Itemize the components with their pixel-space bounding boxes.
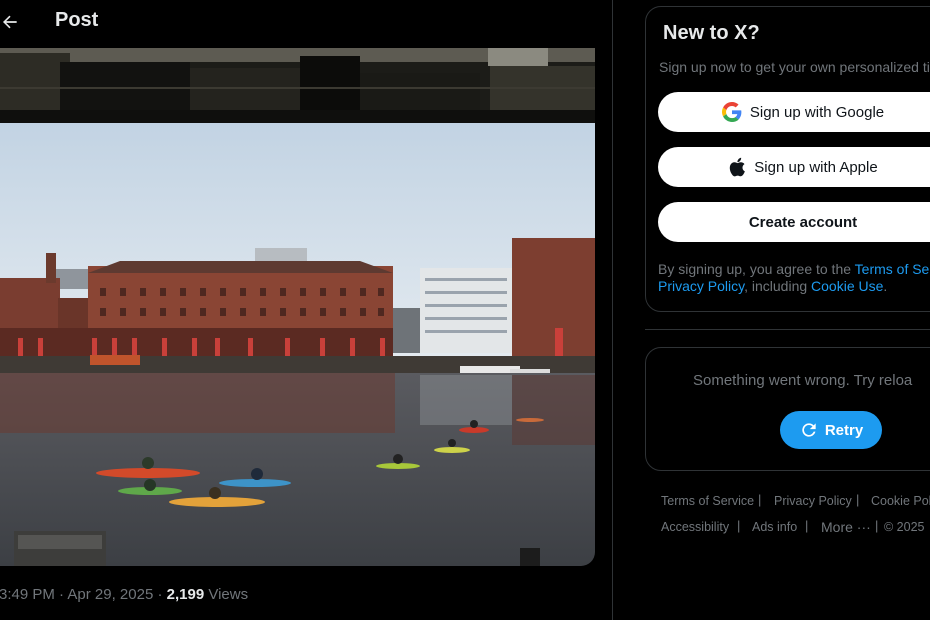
views-label: Views xyxy=(208,586,249,603)
section-divider xyxy=(645,329,930,330)
footer-separator: | xyxy=(875,518,879,533)
sidebar: New to X? Sign up now to get your own pe… xyxy=(613,0,930,620)
post-date[interactable]: Apr 29, 2025 xyxy=(67,586,153,603)
apple-icon xyxy=(730,157,746,177)
back-button[interactable] xyxy=(0,8,26,36)
arrow-left-icon xyxy=(3,15,17,29)
meta-dot: · xyxy=(157,586,163,603)
retry-button[interactable]: Retry xyxy=(780,411,882,449)
footer-accessibility-link[interactable]: Accessibility xyxy=(661,520,729,534)
footer-terms-link[interactable]: Terms of Service xyxy=(661,494,754,508)
signup-apple-label: Sign up with Apple xyxy=(754,158,878,176)
signup-google-button[interactable]: Sign up with Google xyxy=(658,92,930,132)
post-column: Post 3:49 PM · Apr 29, 2025 · 2,199 View… xyxy=(0,0,612,620)
refresh-icon xyxy=(802,423,816,437)
privacy-policy-link[interactable]: Privacy Policy xyxy=(658,278,744,294)
post-header: Post xyxy=(0,0,612,48)
signup-apple-button[interactable]: Sign up with Apple xyxy=(658,147,930,187)
footer-separator: | xyxy=(805,518,809,533)
footer-separator: | xyxy=(856,492,860,507)
media-image-dock xyxy=(0,123,595,566)
post-time[interactable]: 3:49 PM xyxy=(0,586,55,603)
page-title: Post xyxy=(55,9,99,31)
create-account-button[interactable]: Create account xyxy=(658,202,930,242)
signup-google-label: Sign up with Google xyxy=(749,103,885,121)
footer-copyright: © 2025 xyxy=(884,520,925,534)
footer-ads-info-link[interactable]: Ads info xyxy=(752,520,797,534)
terms-text: . xyxy=(883,278,888,294)
terms-of-service-link[interactable]: Terms of Ser xyxy=(855,261,930,277)
media-image-top xyxy=(0,48,595,123)
footer-cookie-link[interactable]: Cookie Poli xyxy=(871,494,930,508)
footer-privacy-link[interactable]: Privacy Policy xyxy=(774,494,852,508)
footer-separator: | xyxy=(758,492,762,507)
google-icon xyxy=(721,102,742,122)
post-media-photo[interactable] xyxy=(0,123,595,566)
error-message: Something went wrong. Try reloa xyxy=(693,372,913,389)
views-count: 2,199 xyxy=(166,586,205,603)
meta-dot: · xyxy=(59,586,65,603)
signup-subtitle: Sign up now to get your own personalized… xyxy=(659,59,930,75)
post-media-top[interactable] xyxy=(0,48,595,123)
terms-text: By signing up, you agree to the xyxy=(658,261,855,277)
terms-text: , including xyxy=(744,278,812,294)
cookie-use-link[interactable]: Cookie Use xyxy=(811,278,883,294)
create-account-label: Create account xyxy=(748,213,858,231)
retry-label: Retry xyxy=(824,421,864,439)
error-card: Something went wrong. Try reloa Retry xyxy=(645,347,930,471)
footer-separator: | xyxy=(737,518,741,533)
post-meta: 3:49 PM · Apr 29, 2025 · 2,199 Views xyxy=(0,586,248,603)
signup-title: New to X? xyxy=(663,22,760,44)
footer-more-button[interactable]: More ··· xyxy=(821,519,871,535)
signup-terms: By signing up, you agree to the Terms of… xyxy=(658,261,930,295)
signup-card: New to X? Sign up now to get your own pe… xyxy=(645,6,930,312)
